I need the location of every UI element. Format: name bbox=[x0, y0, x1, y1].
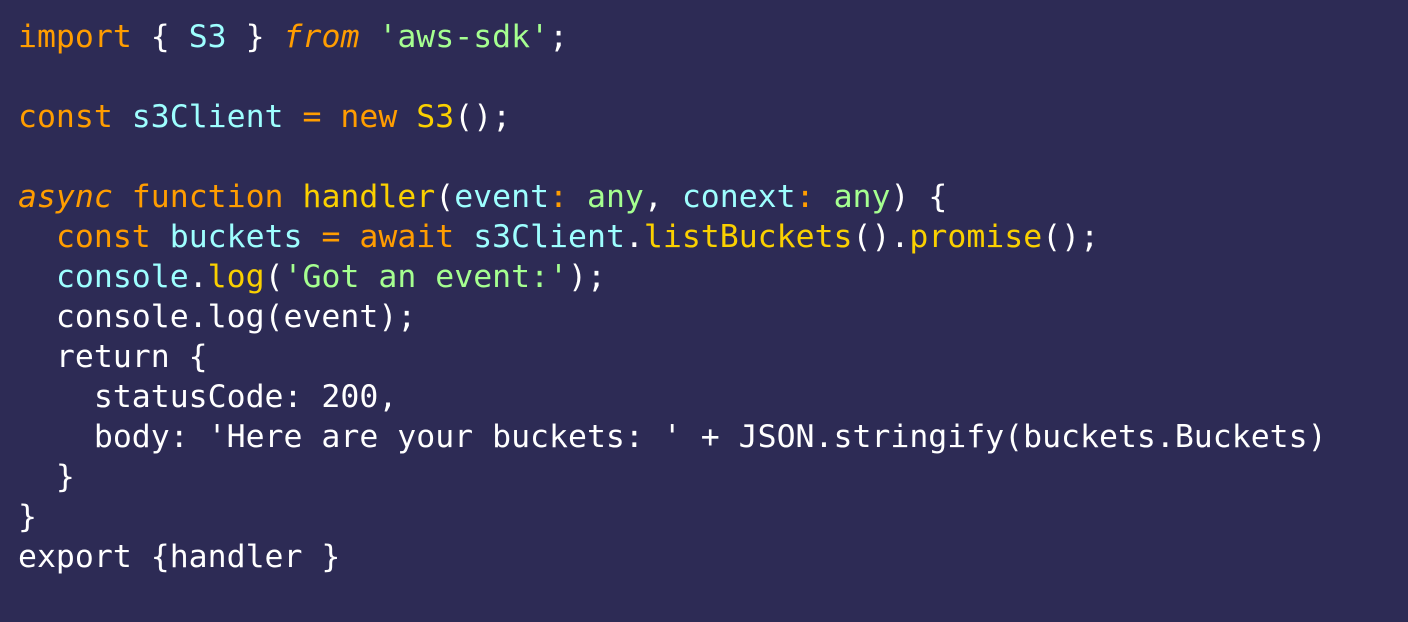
code-token-plain: } bbox=[18, 499, 37, 535]
code-token-punct: ) { bbox=[890, 179, 948, 215]
code-token-keyword: await bbox=[359, 219, 455, 255]
code-token-keyword: const bbox=[55, 219, 151, 255]
code-token-italic: async bbox=[18, 179, 113, 215]
code-editor[interactable]: import { S3 } from 'aws-sdk'; const s3Cli… bbox=[0, 0, 1408, 622]
code-token-op: = bbox=[302, 99, 322, 135]
code-block[interactable]: import { S3 } from 'aws-sdk'; const s3Cli… bbox=[18, 17, 1408, 577]
code-token-type: any bbox=[833, 179, 891, 215]
code-token-colon: : bbox=[795, 179, 815, 215]
code-token-ident: s3Client bbox=[473, 219, 625, 255]
code-token-ident: s3Client bbox=[131, 99, 284, 135]
code-line[interactable]: export {handler } bbox=[18, 537, 1408, 577]
code-token-punct: . bbox=[188, 259, 208, 295]
code-line[interactable] bbox=[18, 137, 1408, 177]
code-token-punct: (); bbox=[454, 99, 512, 135]
code-token-plain: } bbox=[18, 459, 75, 495]
code-token-keyword: new bbox=[340, 99, 398, 135]
code-token-italic: from bbox=[283, 19, 360, 55]
code-token-class: S3 bbox=[416, 99, 455, 135]
code-line[interactable]: const s3Client = new S3(); bbox=[18, 97, 1408, 137]
code-line[interactable] bbox=[18, 57, 1408, 97]
code-token-punct: , bbox=[643, 179, 682, 215]
code-token-punct: } bbox=[226, 19, 284, 55]
code-line[interactable]: return { bbox=[18, 337, 1408, 377]
code-token-ident: event bbox=[454, 179, 550, 215]
code-token-ident: S3 bbox=[188, 19, 227, 55]
code-line[interactable]: console.log(event); bbox=[18, 297, 1408, 337]
code-line[interactable]: const buckets = await s3Client.listBucke… bbox=[18, 217, 1408, 257]
code-token-func: promise bbox=[909, 219, 1043, 255]
code-token-plain: console.log(event); bbox=[18, 299, 417, 335]
code-token-punct: (); bbox=[1042, 219, 1100, 255]
code-token-plain: export {handler } bbox=[18, 539, 341, 575]
code-token-keyword: const bbox=[18, 99, 113, 135]
code-token-string: 'aws-sdk' bbox=[378, 19, 550, 55]
code-token-ident: console bbox=[55, 259, 189, 295]
code-line[interactable]: async function handler(event: any, conex… bbox=[18, 177, 1408, 217]
code-line[interactable]: import { S3 } from 'aws-sdk'; bbox=[18, 17, 1408, 57]
code-token-punct: { bbox=[131, 19, 189, 55]
code-token-func: log bbox=[207, 259, 265, 295]
code-token-punct: ( bbox=[264, 259, 284, 295]
code-line[interactable]: statusCode: 200, bbox=[18, 377, 1408, 417]
code-token-plain: return { bbox=[18, 339, 208, 375]
code-line[interactable]: } bbox=[18, 497, 1408, 537]
code-token-keyword: function bbox=[131, 179, 284, 215]
code-token-op: = bbox=[321, 219, 341, 255]
code-line[interactable]: body: 'Here are your buckets: ' + JSON.s… bbox=[18, 417, 1408, 457]
code-token-punct: ); bbox=[568, 259, 606, 295]
code-token-punct: (). bbox=[852, 219, 910, 255]
code-token-punct: ; bbox=[549, 19, 569, 55]
code-token-punct: . bbox=[624, 219, 644, 255]
code-token-keyword: import bbox=[18, 19, 132, 55]
code-token-string: 'Got an event:' bbox=[283, 259, 569, 295]
code-token-plain: body: 'Here are your buckets: ' + JSON.s… bbox=[18, 419, 1327, 455]
code-token-plain: statusCode: 200, bbox=[18, 379, 398, 415]
code-line[interactable]: console.log('Got an event:'); bbox=[18, 257, 1408, 297]
code-token-colon: : bbox=[549, 179, 569, 215]
code-token-type: any bbox=[586, 179, 644, 215]
code-token-punct: ( bbox=[435, 179, 455, 215]
code-token-func: listBuckets bbox=[643, 219, 853, 255]
code-token-ident: buckets bbox=[169, 219, 303, 255]
code-token-ident: conext bbox=[681, 179, 796, 215]
code-line[interactable]: } bbox=[18, 457, 1408, 497]
code-token-func: handler bbox=[302, 179, 436, 215]
